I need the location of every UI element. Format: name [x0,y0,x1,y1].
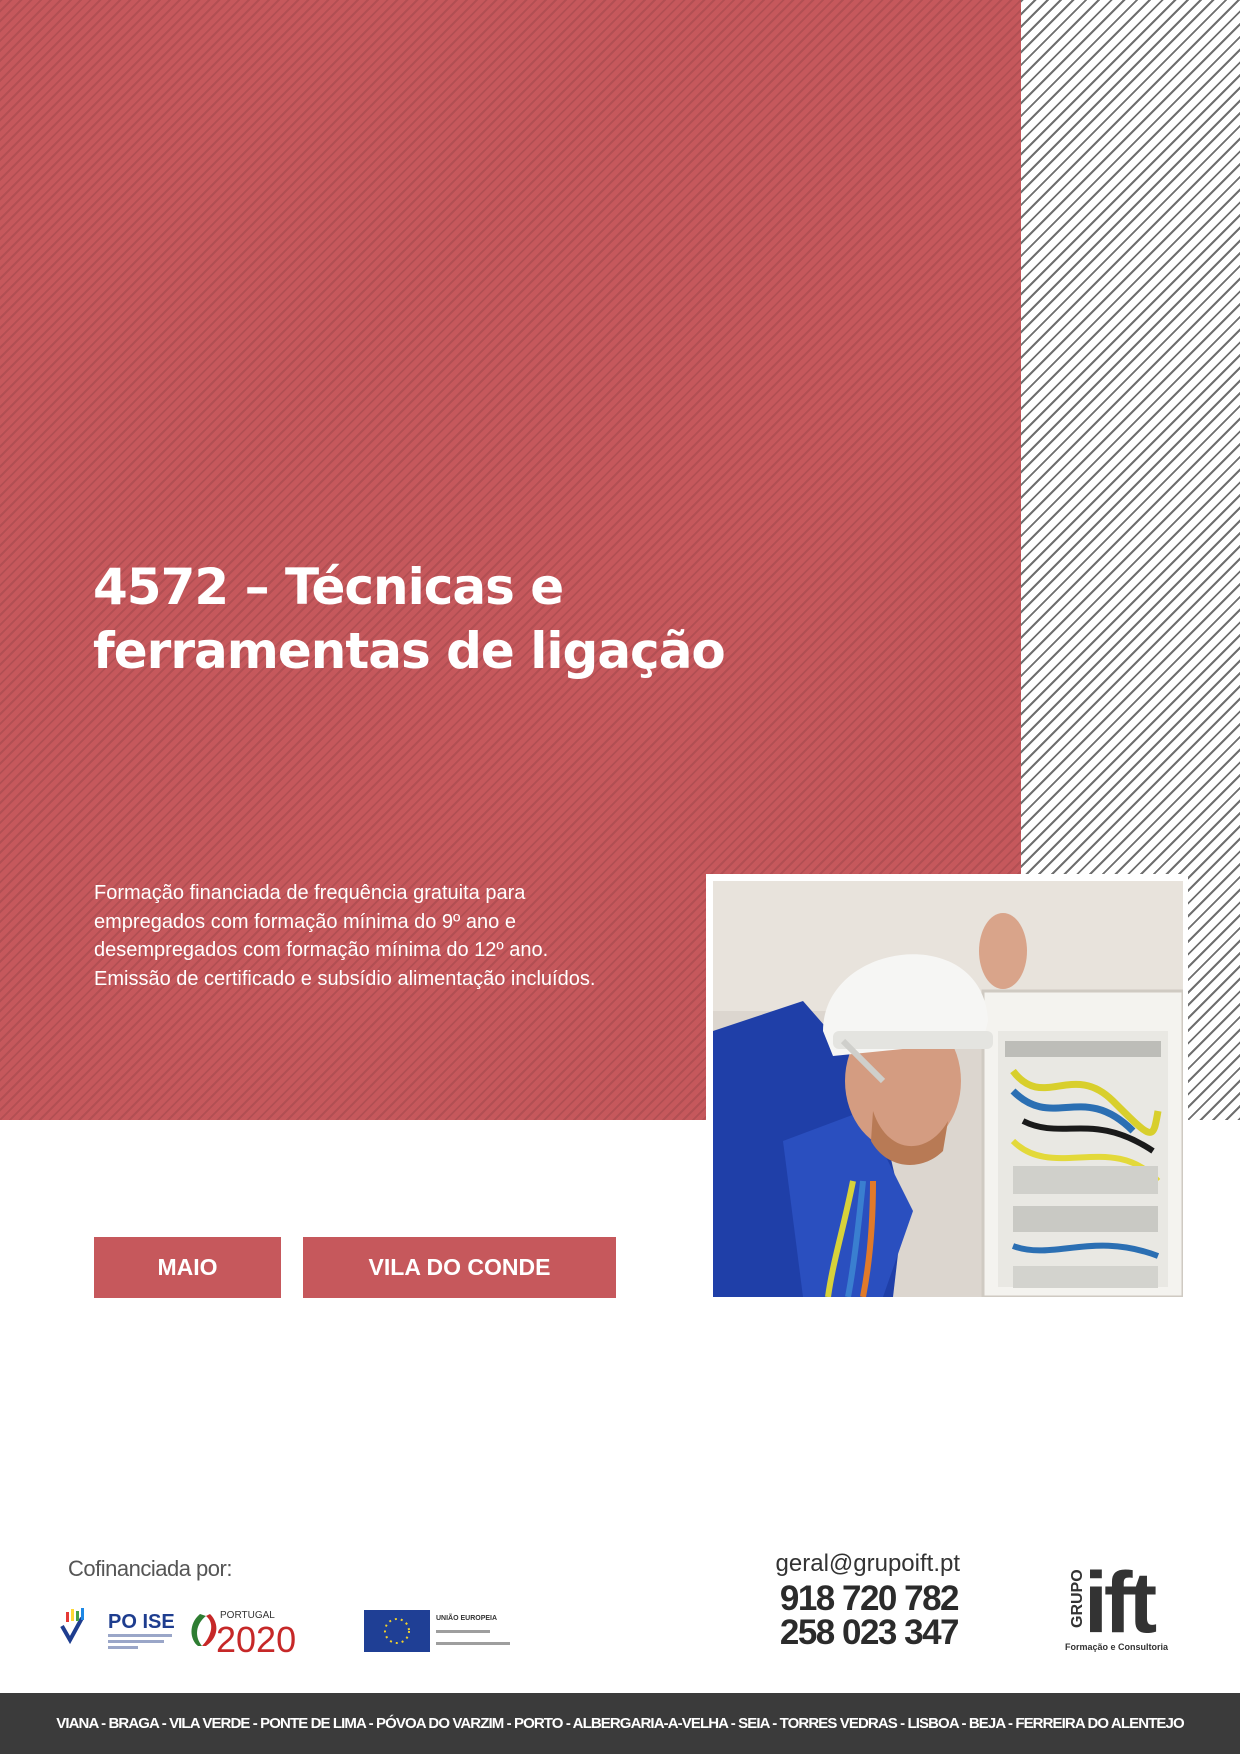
eu-flag-logo: UNIÃO EUROPEIA [364,1610,510,1652]
poise-logo: PO ISE [60,1608,175,1649]
svg-text:2020: 2020 [216,1619,296,1656]
cofinanced-label: Cofinanciada por: [68,1556,232,1581]
location-tag: VILA DO CONDE [303,1237,616,1298]
grupo-ift-logo: GRUPO ift Formação e Consultoria [1062,1548,1190,1654]
footer-bar: VIANA - BRAGA - VILA VERDE - PONTE DE LI… [0,1693,1240,1754]
contact-email[interactable]: geral@grupoift.pt [740,1550,960,1578]
contact-phone-landline[interactable]: 258 023 347 [740,1613,960,1653]
svg-text:Formação e Consultoria: Formação e Consultoria [1065,1642,1169,1652]
svg-text:UNIÃO EUROPEIA: UNIÃO EUROPEIA [436,1613,497,1622]
month-tag: MAIO [94,1237,281,1298]
svg-text:PO ISE: PO ISE [108,1611,175,1633]
footer-cities: VIANA - BRAGA - VILA VERDE - PONTE DE LI… [56,1715,1184,1732]
svg-text:ift: ift [1084,1555,1157,1651]
course-title: 4572 – Técnicas e ferramentas de ligação [93,558,726,680]
funding-logos: PO ISE PORTUGAL 2020 UNIÃO EUROPEIA [60,1606,520,1660]
course-description: Formação financiada de frequência gratui… [94,882,596,990]
portugal-2020-logo: PORTUGAL 2020 [191,1610,296,1660]
electrician-photo [713,881,1183,1297]
